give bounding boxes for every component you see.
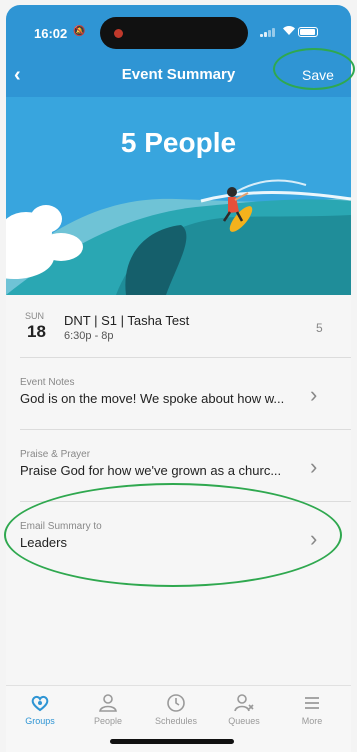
hero-title: 5 People: [120, 127, 237, 158]
status-bar: 16:02 🔕: [6, 5, 351, 49]
praise-prayer-value: Praise God for how we've grown as a chur…: [20, 463, 282, 478]
groups-icon: [31, 695, 49, 712]
save-annotation-circle: [273, 48, 355, 90]
chevron-right-icon: ›: [310, 454, 318, 479]
tab-queues-label: Queues: [228, 716, 260, 726]
event-row[interactable]: SUN 18 DNT | S1 | Tasha Test 6:30p - 8p …: [6, 301, 351, 357]
email-annotation-circle: [4, 483, 342, 587]
signal-icon: [260, 27, 276, 37]
event-title: DNT | S1 | Tasha Test: [64, 313, 190, 328]
event-time: 6:30p - 8p: [64, 330, 114, 342]
menu-icon: [305, 697, 319, 709]
wifi-icon: [282, 25, 296, 39]
silent-bell-icon: 🔕: [73, 26, 86, 37]
tab-schedules-label: Schedules: [154, 716, 198, 726]
phone-screen: 16:02 🔕 ‹ Event Summary Save 5 People SU…: [6, 5, 351, 752]
event-weekday: SUN: [25, 311, 45, 321]
tab-schedules[interactable]: Schedules: [144, 692, 208, 726]
tab-more-label: More: [301, 716, 323, 726]
divider: [20, 429, 351, 430]
recording-dot-icon: [114, 29, 123, 38]
tab-queues[interactable]: Queues: [212, 692, 276, 726]
dynamic-island: [100, 17, 248, 49]
tab-people-label: People: [93, 716, 123, 726]
queues-icon: [234, 694, 254, 712]
tab-groups[interactable]: Groups: [8, 692, 72, 726]
event-day: 18: [27, 322, 46, 341]
home-indicator: [110, 739, 234, 744]
divider: [20, 357, 351, 358]
tab-groups-label: Groups: [25, 716, 55, 726]
tab-more[interactable]: More: [280, 692, 344, 726]
event-notes-value: God is on the move! We spoke about how w…: [20, 391, 285, 406]
tab-people[interactable]: People: [76, 692, 140, 726]
event-attendee-count: 5: [316, 321, 323, 335]
battery-icon: [298, 27, 318, 37]
event-notes-label: Event Notes: [20, 377, 75, 388]
praise-prayer-label: Praise & Prayer: [20, 449, 91, 460]
hero-banner: 5 People: [6, 97, 351, 295]
clock-icon: [167, 694, 185, 712]
event-notes-row[interactable]: Event Notes God is on the move! We spoke…: [6, 367, 351, 429]
status-time: 16:02: [34, 26, 68, 41]
chevron-right-icon: ›: [310, 382, 318, 407]
people-icon: [99, 694, 117, 712]
